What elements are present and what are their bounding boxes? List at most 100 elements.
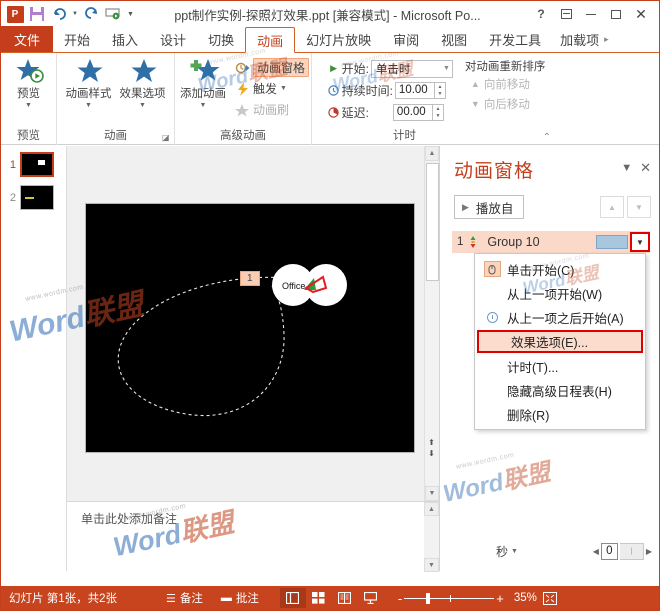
animation-list-item[interactable]: 1 Group 10 ▼	[452, 231, 650, 253]
effect-options-caret-icon[interactable]: ▼	[139, 102, 146, 109]
collapse-ribbon-icon[interactable]: ⌃	[543, 132, 551, 143]
animation-item-dropdown[interactable]: ▼	[630, 232, 650, 252]
notes-scroll-down-icon[interactable]: ▼	[424, 558, 439, 572]
reading-view-icon[interactable]	[332, 588, 358, 608]
comments-button[interactable]: ▬ 批注	[212, 590, 268, 606]
thumbnail-slide-1[interactable]: 1	[1, 146, 66, 179]
seconds-dropdown[interactable]: 秒 ▼	[496, 543, 518, 560]
scrollbar-thumb[interactable]	[426, 163, 439, 281]
tab-design[interactable]: 设计	[149, 26, 197, 52]
scroll-up-arrow[interactable]: ▲	[425, 146, 439, 161]
zoom-track[interactable]	[404, 592, 495, 604]
effect-options-button[interactable]: 效果选项 ▼	[116, 56, 170, 121]
delay-input[interactable]: 00.00	[392, 104, 433, 121]
delay-spinner[interactable]: ▲ ▼	[432, 104, 444, 121]
thumbnail-slide-2[interactable]: 2	[1, 179, 66, 212]
play-from-button[interactable]: ▶ 播放自	[454, 195, 525, 219]
animation-timeline-bar[interactable]	[596, 235, 628, 249]
undo-icon[interactable]	[49, 4, 69, 24]
menu-item-hide-advanced-timeline[interactable]: 隐藏高级日程表(H)	[475, 378, 645, 402]
menu-label-effect-options: 效果选项(E)...	[511, 336, 589, 350]
notes-button[interactable]: ☰ 备注	[157, 590, 212, 606]
move-later-button[interactable]: ▼ 向后移动	[463, 94, 546, 114]
preview-caret-icon[interactable]: ▼	[25, 102, 32, 109]
quick-access-toolbar: P ▼ ▼	[1, 4, 136, 24]
trigger-caret-icon[interactable]: ▼	[280, 85, 287, 92]
delay-row: 延迟: 00.00 ▲ ▼	[328, 102, 453, 123]
add-animation-button[interactable]: 添加动画 ▼	[174, 56, 232, 109]
ribbon-display-options-icon[interactable]	[554, 3, 578, 25]
undo-dropdown-icon[interactable]: ▼	[71, 4, 79, 24]
zoom-in-icon[interactable]: +	[496, 591, 504, 606]
help-button[interactable]: ?	[529, 3, 553, 25]
animation-order-marker[interactable]: 1	[240, 271, 260, 286]
move-down-icon[interactable]: ▼	[627, 196, 651, 218]
tabs-overflow-icon[interactable]: ▸	[601, 34, 612, 45]
close-icon[interactable]: ✕	[629, 3, 653, 25]
normal-view-icon[interactable]	[279, 588, 306, 608]
chevron-down-icon[interactable]: ▼	[621, 162, 632, 174]
duration-spinner[interactable]: ▲ ▼	[434, 82, 446, 99]
window-title: ppt制作实例-探照灯效果.ppt [兼容模式] - Microsoft Po.…	[174, 8, 481, 23]
duration-input[interactable]: 10.00	[394, 82, 435, 99]
start-slideshow-icon[interactable]	[103, 4, 123, 24]
tab-home[interactable]: 开始	[53, 26, 101, 52]
trigger-button[interactable]: 触发 ▼	[232, 78, 312, 99]
notes-placeholder: 单击此处添加备注	[81, 512, 178, 526]
notes-scrollbar[interactable]: ▲ ▼	[424, 502, 439, 572]
menu-item-start-on-click[interactable]: 单击开始(C)	[475, 257, 645, 281]
scroll-down-arrow[interactable]: ▼	[425, 486, 439, 501]
start-row: ▶ 开始: 单击时 ▼	[328, 58, 453, 79]
timeline-scroll-value[interactable]: 0	[600, 542, 618, 560]
notes-scroll-up-icon[interactable]: ▲	[424, 502, 439, 516]
powerpoint-logo-icon: P	[5, 4, 25, 24]
zoom-percentage[interactable]: 35%	[508, 592, 543, 604]
zoom-out-icon[interactable]: -	[398, 591, 402, 606]
zoom-slider[interactable]: - +	[394, 591, 508, 606]
maximize-icon[interactable]	[604, 3, 628, 25]
customize-qat-icon[interactable]: ▼	[125, 4, 136, 24]
slideshow-icon[interactable]	[358, 588, 384, 608]
tab-addins[interactable]: 加载项	[552, 26, 601, 52]
slide-sorter-icon[interactable]	[306, 588, 332, 608]
tab-slideshow[interactable]: 幻灯片放映	[295, 26, 382, 52]
notes-pane[interactable]: 单击此处添加备注 ▲ ▼	[67, 501, 439, 572]
tab-transitions[interactable]: 切换	[197, 26, 245, 52]
fit-slide-button[interactable]	[542, 591, 563, 605]
tab-developer[interactable]: 开发工具	[478, 26, 552, 52]
preview-button[interactable]: 预览 ▼	[2, 56, 56, 121]
close-icon[interactable]: ✕	[640, 160, 651, 176]
add-animation-caret-icon[interactable]: ▼	[200, 102, 207, 109]
tab-animations[interactable]: 动画	[245, 27, 296, 53]
menu-item-start-with-previous[interactable]: 从上一项开始(W)	[475, 281, 645, 305]
menu-item-remove[interactable]: 删除(R)	[475, 402, 645, 426]
tab-view[interactable]: 视图	[430, 26, 478, 52]
animation-painter-button[interactable]: 动画刷	[232, 99, 312, 120]
start-select[interactable]: 单击时 ▼	[370, 59, 453, 78]
menu-item-timing[interactable]: 计时(T)...	[475, 354, 645, 378]
menu-item-effect-options[interactable]: 效果选项(E)...	[477, 330, 643, 353]
minimize-icon[interactable]	[579, 3, 603, 25]
redo-icon[interactable]	[81, 4, 101, 24]
next-slide-icon[interactable]: ⬇	[428, 449, 435, 458]
animation-pane-footer: 秒 ▼ ◀ 0 | ▶	[440, 541, 660, 561]
timeline-scroll-track[interactable]: |	[619, 542, 644, 560]
tab-file[interactable]: 文件	[1, 26, 54, 52]
animation-styles-button[interactable]: 动画样式 ▼	[62, 56, 116, 121]
menu-label-start-with-previous: 从上一项开始(W)	[507, 287, 603, 302]
previous-slide-icon[interactable]: ⬆	[428, 438, 435, 447]
tab-insert[interactable]: 插入	[101, 26, 149, 52]
timeline-scroll-left-icon[interactable]: ◀	[593, 547, 599, 556]
animation-styles-caret-icon[interactable]: ▼	[85, 102, 92, 109]
move-earlier-button[interactable]: ▲ 向前移动	[463, 74, 546, 94]
slide-canvas[interactable]: 1 Office	[85, 203, 415, 453]
animation-painter-icon	[235, 102, 250, 117]
menu-item-start-after-previous[interactable]: 从上一项之后开始(A)	[475, 305, 645, 329]
animation-pane-button[interactable]: 动画窗格	[232, 57, 312, 78]
timeline-scroll-right-icon[interactable]: ▶	[646, 547, 652, 556]
animation-dialog-launcher[interactable]: ◪	[162, 133, 171, 142]
tab-review[interactable]: 审阅	[382, 26, 430, 52]
move-up-icon[interactable]: ▲	[600, 196, 624, 218]
zoom-handle[interactable]	[426, 592, 431, 604]
save-icon[interactable]	[27, 4, 47, 24]
